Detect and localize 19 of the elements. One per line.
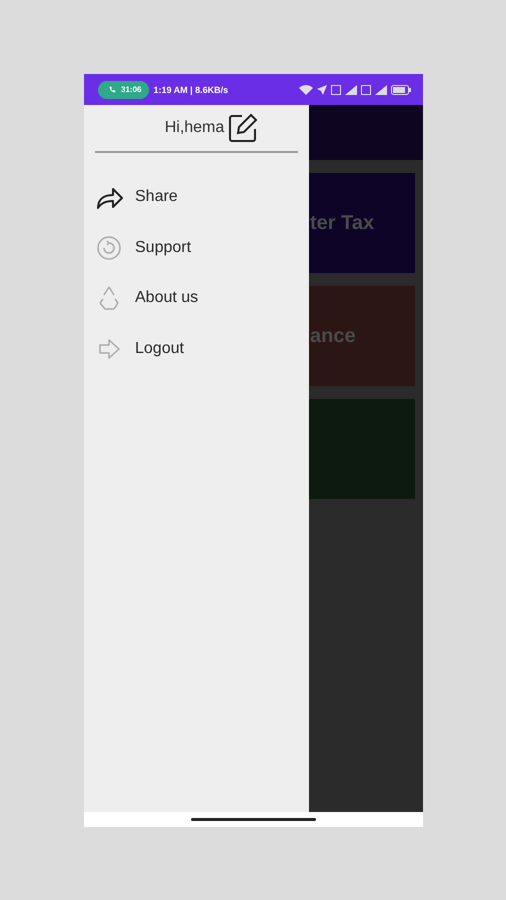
greeting-text: Hi,hema — [164, 119, 224, 137]
home-indicator[interactable] — [191, 818, 316, 821]
battery-icon — [391, 84, 411, 94]
signal-icon — [345, 84, 357, 94]
menu-item[interactable]: About us — [94, 273, 309, 324]
menu-item[interactable]: Support — [94, 222, 309, 273]
location-icon — [317, 84, 327, 94]
edit-icon[interactable] — [228, 113, 258, 143]
sim-icon — [331, 84, 341, 94]
wifi-icon — [299, 84, 313, 94]
sim-icon — [361, 84, 371, 94]
phone-icon — [108, 86, 116, 94]
signal-icon — [375, 84, 387, 94]
menu-item[interactable]: Logout — [94, 324, 309, 374]
call-timer: 31:06 — [121, 85, 142, 94]
menu-item[interactable]: Share — [94, 172, 309, 222]
status-time: 1:19 AM | 8.6KB/s — [153, 84, 228, 94]
category-card[interactable] — [309, 399, 415, 499]
card-title: ter Tax — [309, 212, 374, 234]
